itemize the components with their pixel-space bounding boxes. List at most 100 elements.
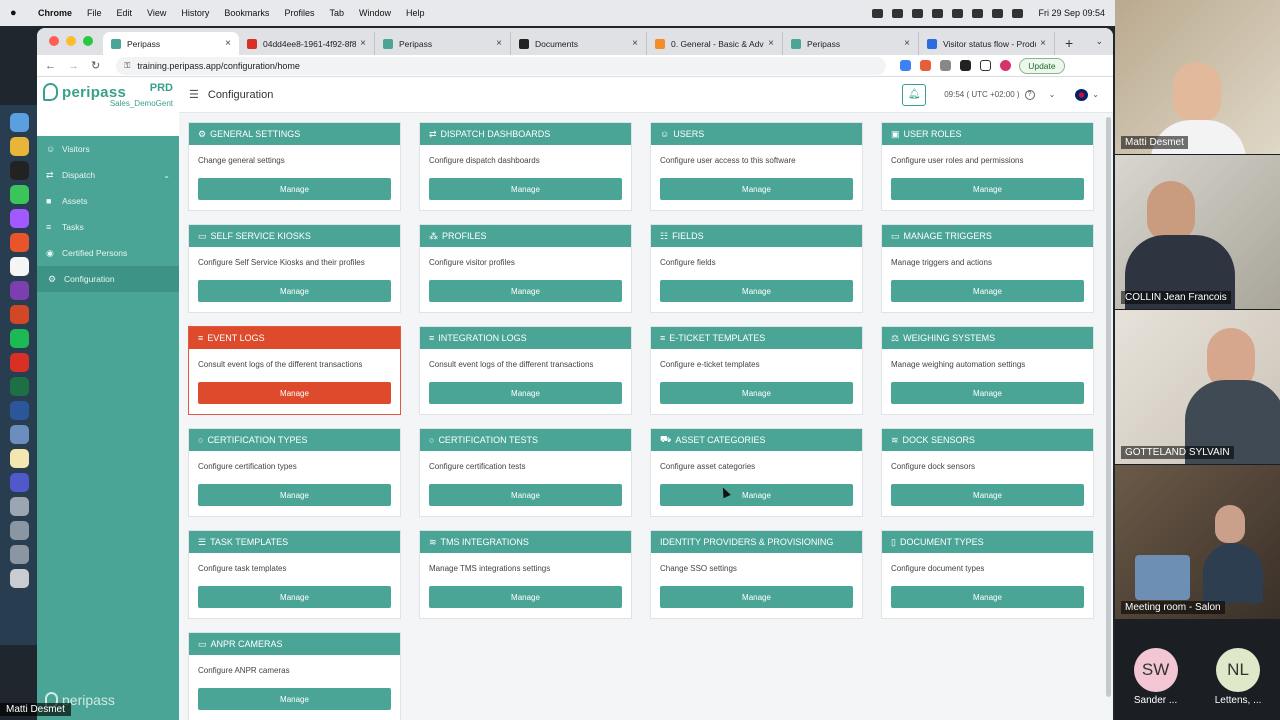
close-tab-icon[interactable]: × xyxy=(360,38,366,49)
back-icon[interactable]: ← xyxy=(45,60,56,72)
manage-event-logs-button[interactable]: Manage xyxy=(198,382,391,404)
manage-tms-integrations-button[interactable]: Manage xyxy=(429,586,622,608)
app-icon[interactable] xyxy=(9,233,29,252)
apple-icon[interactable]: ● xyxy=(10,7,20,19)
participant-item[interactable]: SW Sander ... xyxy=(1133,640,1178,720)
browser-tab[interactable]: Peripass × xyxy=(783,32,919,55)
status-icon[interactable] xyxy=(912,8,924,18)
chevron-down-icon[interactable]: ⌄ xyxy=(1092,90,1099,99)
onenote-icon[interactable] xyxy=(9,281,29,300)
language-flag-icon[interactable] xyxy=(1075,88,1089,101)
menu-window[interactable]: Window xyxy=(359,8,391,18)
trash-icon[interactable] xyxy=(9,569,29,588)
status-icon[interactable] xyxy=(872,8,884,18)
close-tab-icon[interactable]: × xyxy=(496,38,502,49)
whatsapp-icon[interactable] xyxy=(9,185,29,204)
manage-task-templates-button[interactable]: Manage xyxy=(198,586,391,608)
calendar-icon[interactable] xyxy=(9,257,29,276)
browser-tab[interactable]: 0. General - Basic & Advan × xyxy=(647,32,783,55)
zoom-window-button[interactable] xyxy=(83,36,93,46)
close-tab-icon[interactable]: × xyxy=(1040,38,1046,49)
folder-icon[interactable] xyxy=(9,497,29,516)
browser-tab[interactable]: Documents × xyxy=(511,32,647,55)
extension-icon[interactable] xyxy=(920,60,932,71)
menu-help[interactable]: Help xyxy=(406,8,425,18)
profile-avatar[interactable] xyxy=(1000,60,1012,71)
window-thumbnail-icon[interactable] xyxy=(9,545,29,564)
battery-icon[interactable] xyxy=(972,8,984,18)
video-tile[interactable]: Meeting room - Salon xyxy=(1115,465,1280,619)
app-icon[interactable] xyxy=(9,425,29,444)
help-icon[interactable]: ? xyxy=(1024,89,1035,100)
manage-self-service-kiosks-button[interactable]: Manage xyxy=(198,280,391,302)
acrobat-icon[interactable] xyxy=(9,353,29,372)
manage-fields-button[interactable]: Manage xyxy=(660,280,853,302)
chevron-down-icon[interactable]: ⌄ xyxy=(1049,90,1056,99)
new-tab-icon[interactable]: + xyxy=(1065,35,1073,51)
forward-icon[interactable]: → xyxy=(68,60,79,72)
extensions-puzzle-icon[interactable] xyxy=(960,60,972,71)
chrome-icon[interactable] xyxy=(9,137,29,156)
sidebar-item-tasks[interactable]: ≡ Tasks xyxy=(37,214,179,240)
menu-bookmarks[interactable]: Bookmarks xyxy=(224,8,269,18)
excel-icon[interactable] xyxy=(9,377,29,396)
notes-icon[interactable] xyxy=(9,449,29,468)
extension-icon[interactable] xyxy=(940,60,952,71)
spotify-icon[interactable] xyxy=(9,329,29,348)
tab-search-chevron-icon[interactable]: ⌄ xyxy=(1095,36,1103,47)
status-icon[interactable] xyxy=(932,8,944,18)
menubar-clock[interactable]: Fri 29 Sep 09:54 xyxy=(1038,8,1105,18)
menu-toggle-icon[interactable]: ☰ xyxy=(189,88,199,101)
sidebar-item-dispatch[interactable]: ⇄ Dispatch ⌄ xyxy=(37,162,179,188)
browser-tab[interactable]: Peripass × xyxy=(375,32,511,55)
menu-edit[interactable]: Edit xyxy=(117,8,133,18)
participant-item[interactable]: NL Lettens, ... xyxy=(1215,640,1261,720)
reload-icon[interactable]: ↻ xyxy=(91,59,100,72)
video-tile[interactable]: COLLIN Jean Francois xyxy=(1115,155,1280,309)
manage-asset-categories-button[interactable]: Manage xyxy=(660,484,853,506)
powerpoint-icon[interactable] xyxy=(9,305,29,324)
video-tile[interactable]: GOTTELAND SYLVAIN xyxy=(1115,310,1280,464)
close-tab-icon[interactable]: × xyxy=(768,38,774,49)
sidebar-item-certified-persons[interactable]: ◉ Certified Persons xyxy=(37,240,179,266)
browser-tab[interactable]: Visitor status flow - Produc × xyxy=(919,32,1055,55)
close-tab-icon[interactable]: × xyxy=(632,38,638,49)
manage-e-ticket-templates-button[interactable]: Manage xyxy=(660,382,853,404)
menu-profiles[interactable]: Profiles xyxy=(284,8,314,18)
menu-view[interactable]: View xyxy=(147,8,166,18)
manage-integration-logs-button[interactable]: Manage xyxy=(429,382,622,404)
extension-icon[interactable] xyxy=(900,60,912,71)
finder-icon[interactable] xyxy=(9,113,29,132)
minimize-window-button[interactable] xyxy=(66,36,76,46)
word-icon[interactable] xyxy=(9,401,29,420)
manage-profiles-button[interactable]: Manage xyxy=(429,280,622,302)
manage-weighing-systems-button[interactable]: Manage xyxy=(891,382,1084,404)
close-tab-icon[interactable]: × xyxy=(904,38,910,49)
browser-tab[interactable]: Peripass × xyxy=(103,32,239,55)
page-scrollbar[interactable] xyxy=(1106,117,1111,697)
search-icon[interactable] xyxy=(1012,8,1024,18)
manage-manage-triggers-button[interactable]: Manage xyxy=(891,280,1084,302)
close-tab-icon[interactable]: × xyxy=(225,38,231,49)
manage-dock-sensors-button[interactable]: Manage xyxy=(891,484,1084,506)
status-icon[interactable] xyxy=(952,8,964,18)
menu-app-name[interactable]: Chrome xyxy=(38,8,72,18)
manage-user-roles-button[interactable]: Manage xyxy=(891,178,1084,200)
close-window-button[interactable] xyxy=(49,36,59,46)
side-panel-icon[interactable] xyxy=(980,60,992,71)
manage-anpr-cameras-button[interactable]: Manage xyxy=(198,688,391,710)
manage-certification-tests-button[interactable]: Manage xyxy=(429,484,622,506)
teams-icon[interactable] xyxy=(9,473,29,492)
menu-file[interactable]: File xyxy=(87,8,102,18)
manage-identity-providers-provisioning-button[interactable]: Manage xyxy=(660,586,853,608)
notifications-bell-icon[interactable]: 🔔︎ xyxy=(902,83,927,106)
manage-document-types-button[interactable]: Manage xyxy=(891,586,1084,608)
update-chrome-button[interactable]: Update xyxy=(1019,57,1065,74)
sidebar-item-visitors[interactable]: ☺ Visitors xyxy=(37,136,179,162)
manage-certification-types-button[interactable]: Manage xyxy=(198,484,391,506)
browser-tab[interactable]: 04dd4ee8-1961-4f92-8f8 × xyxy=(239,32,375,55)
window-thumbnail-icon[interactable] xyxy=(9,521,29,540)
manage-general-settings-button[interactable]: Manage xyxy=(198,178,391,200)
notion-icon[interactable] xyxy=(9,161,29,180)
manage-users-button[interactable]: Manage xyxy=(660,178,853,200)
